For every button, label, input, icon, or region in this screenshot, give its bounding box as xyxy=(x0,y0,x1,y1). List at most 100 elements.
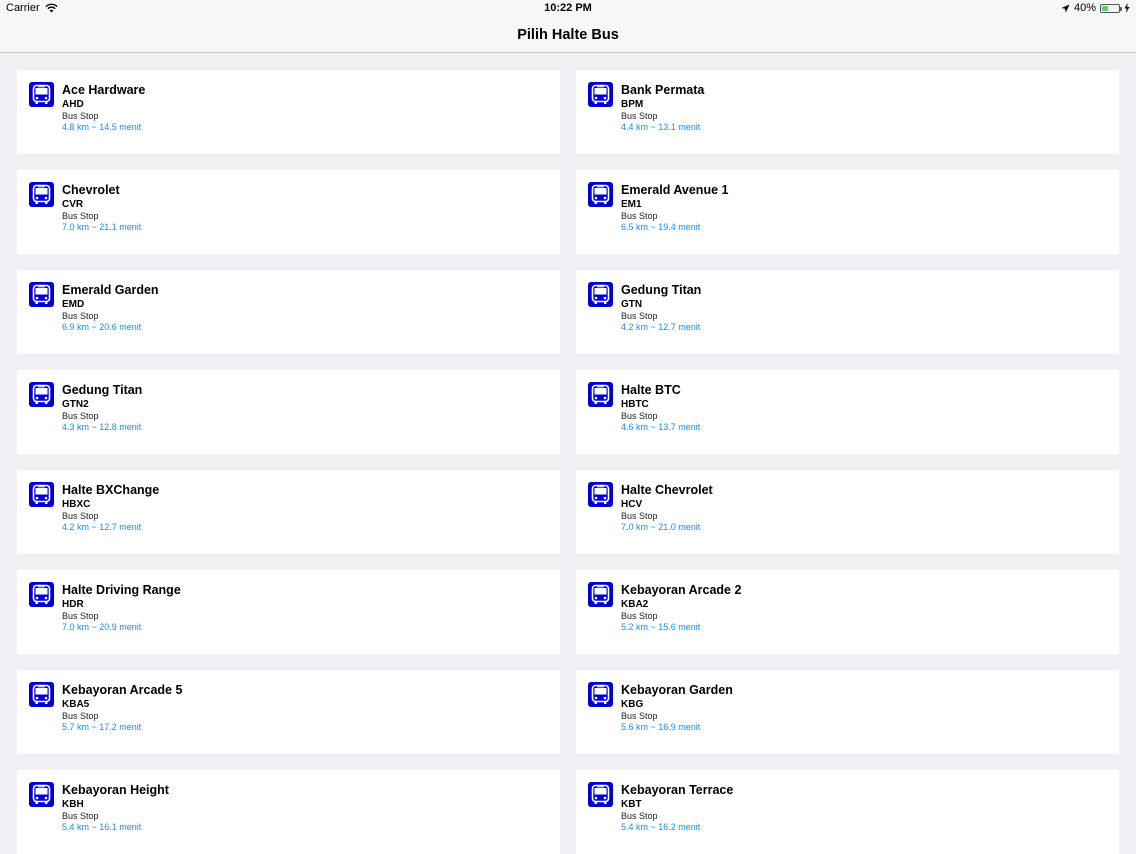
stop-type: Bus Stop xyxy=(621,711,658,721)
stop-code: KBA5 xyxy=(62,699,90,710)
bus-stop-card[interactable]: Chevrolet CVR Bus Stop 7.0 km ~ 21.1 men… xyxy=(17,170,560,254)
bus-icon xyxy=(29,582,54,607)
stop-code: GTN xyxy=(621,299,643,310)
stop-code: HDR xyxy=(62,599,84,610)
bus-stop-card[interactable]: Kebayoran Terrace KBT Bus Stop 5.4 km ~ … xyxy=(576,770,1119,854)
stop-type: Bus Stop xyxy=(62,611,99,621)
bus-stop-card[interactable]: Ace Hardware AHD Bus Stop 4.8 km ~ 14.5 … xyxy=(17,70,560,154)
stop-name: Kebayoran Garden xyxy=(621,683,733,697)
battery-level xyxy=(1102,5,1109,11)
bus-icon xyxy=(588,82,613,107)
bus-stop-card[interactable]: Halte Driving Range HDR Bus Stop 7.0 km … xyxy=(17,570,560,654)
bus-stop-card[interactable]: Bank Permata BPM Bus Stop 4.4 km ~ 13.1 … xyxy=(576,70,1119,154)
stop-code: KBG xyxy=(621,699,644,710)
bus-stop-card[interactable]: Halte BTC HBTC Bus Stop 4.6 km ~ 13.7 me… xyxy=(576,370,1119,454)
location-arrow-icon xyxy=(1061,4,1070,12)
stop-distance: 6.9 km ~ 20.6 menit xyxy=(62,322,142,332)
status-bar: Carrier 10:22 PM 40% xyxy=(0,0,1136,18)
stop-type: Bus Stop xyxy=(62,211,99,221)
stop-distance: 4.3 km ~ 12.8 menit xyxy=(62,422,142,432)
stop-distance: 5.7 km ~ 17.2 menit xyxy=(62,722,142,732)
stop-type: Bus Stop xyxy=(621,211,658,221)
bus-icon xyxy=(588,582,613,607)
stop-code: HBTC xyxy=(621,399,649,410)
stop-distance: 4.4 km ~ 13.1 menit xyxy=(621,122,701,132)
bus-stop-card[interactable]: Kebayoran Height KBH Bus Stop 5.4 km ~ 1… xyxy=(17,770,560,854)
stop-name: Kebayoran Arcade 2 xyxy=(621,583,742,597)
stop-code: HCV xyxy=(621,499,643,510)
stop-distance: 7.0 km ~ 21.1 menit xyxy=(62,222,142,232)
bus-icon xyxy=(588,382,613,407)
stop-distance: 4.2 km ~ 12.7 menit xyxy=(621,322,701,332)
stop-name: Emerald Garden xyxy=(62,283,159,297)
bus-icon xyxy=(588,282,613,307)
bus-stop-card[interactable]: Emerald Avenue 1 EM1 Bus Stop 6.5 km ~ 1… xyxy=(576,170,1119,254)
stop-type: Bus Stop xyxy=(62,511,99,521)
bus-stop-card[interactable]: Kebayoran Arcade 2 KBA2 Bus Stop 5.2 km … xyxy=(576,570,1119,654)
stop-name: Kebayoran Height xyxy=(62,783,169,797)
bus-icon xyxy=(588,182,613,207)
stop-distance: 4.8 km ~ 14.5 menit xyxy=(62,122,142,132)
bus-stop-card[interactable]: Halte Chevrolet HCV Bus Stop 7.0 km ~ 21… xyxy=(576,470,1119,554)
stop-code: EM1 xyxy=(621,199,642,210)
bus-icon xyxy=(29,182,54,207)
bus-icon xyxy=(29,682,54,707)
bus-stop-card[interactable]: Kebayoran Garden KBG Bus Stop 5.6 km ~ 1… xyxy=(576,670,1119,754)
stop-type: Bus Stop xyxy=(62,411,99,421)
bus-icon xyxy=(588,782,613,807)
bus-stop-card[interactable]: Gedung Titan GTN2 Bus Stop 4.3 km ~ 12.8… xyxy=(17,370,560,454)
stop-name: Ace Hardware xyxy=(62,83,146,97)
stop-name: Halte BTC xyxy=(621,383,681,397)
bus-icon xyxy=(29,282,54,307)
stop-type: Bus Stop xyxy=(621,511,658,521)
stop-type: Bus Stop xyxy=(62,311,99,321)
bus-icon xyxy=(29,382,54,407)
bus-icon xyxy=(588,682,613,707)
stop-name: Emerald Avenue 1 xyxy=(621,183,729,197)
charging-bolt-icon xyxy=(1124,3,1130,13)
stop-name: Gedung Titan xyxy=(62,383,143,397)
bus-icon xyxy=(29,482,54,507)
stop-distance: 5.6 km ~ 16.9 menit xyxy=(621,722,701,732)
stop-distance: 7.0 km ~ 20.9 menit xyxy=(62,622,142,632)
bus-icon xyxy=(29,82,54,107)
stop-name: Gedung Titan xyxy=(621,283,702,297)
stop-distance: 4.6 km ~ 13.7 menit xyxy=(621,422,701,432)
stop-code: EMD xyxy=(62,299,85,310)
stop-type: Bus Stop xyxy=(621,411,658,421)
bus-icon xyxy=(29,782,54,807)
status-time: 10:22 PM xyxy=(544,2,592,14)
bus-stop-card[interactable]: Emerald Garden EMD Bus Stop 6.9 km ~ 20.… xyxy=(17,270,560,354)
stop-name: Halte Driving Range xyxy=(62,583,181,597)
stop-distance: 5.4 km ~ 16.1 menit xyxy=(62,822,142,832)
stop-type: Bus Stop xyxy=(62,811,99,821)
stop-name: Halte Chevrolet xyxy=(621,483,713,497)
stop-name: Halte BXChange xyxy=(62,483,160,497)
bus-stop-card[interactable]: Halte BXChange HBXC Bus Stop 4.2 km ~ 12… xyxy=(17,470,560,554)
bus-icon xyxy=(588,482,613,507)
stop-code: KBH xyxy=(62,799,84,810)
stop-type: Bus Stop xyxy=(621,611,658,621)
stop-distance: 7.0 km ~ 21.0 menit xyxy=(621,522,701,532)
stop-code: KBA2 xyxy=(621,599,649,610)
bus-stop-list[interactable]: Ace Hardware AHD Bus Stop 4.8 km ~ 14.5 … xyxy=(17,70,1119,854)
bus-stop-card[interactable]: Gedung Titan GTN Bus Stop 4.2 km ~ 12.7 … xyxy=(576,270,1119,354)
stop-type: Bus Stop xyxy=(62,111,99,121)
page-title: Pilih Halte Bus xyxy=(517,27,619,43)
stop-name: Kebayoran Terrace xyxy=(621,783,734,797)
stop-name: Kebayoran Arcade 5 xyxy=(62,683,183,697)
stop-distance: 5.4 km ~ 16.2 menit xyxy=(621,822,701,832)
stop-type: Bus Stop xyxy=(62,711,99,721)
stop-code: CVR xyxy=(62,199,84,210)
bus-stop-card[interactable]: Kebayoran Arcade 5 KBA5 Bus Stop 5.7 km … xyxy=(17,670,560,754)
stop-distance: 5.2 km ~ 15.6 menit xyxy=(621,622,701,632)
stop-name: Chevrolet xyxy=(62,183,120,197)
stop-type: Bus Stop xyxy=(621,311,658,321)
navigation-bar: Pilih Halte Bus xyxy=(0,18,1136,53)
stop-code: BPM xyxy=(621,99,644,110)
stop-name: Bank Permata xyxy=(621,83,705,97)
stop-code: AHD xyxy=(62,99,84,110)
stop-type: Bus Stop xyxy=(621,811,658,821)
stop-code: GTN2 xyxy=(62,399,89,410)
stop-code: KBT xyxy=(621,799,642,810)
